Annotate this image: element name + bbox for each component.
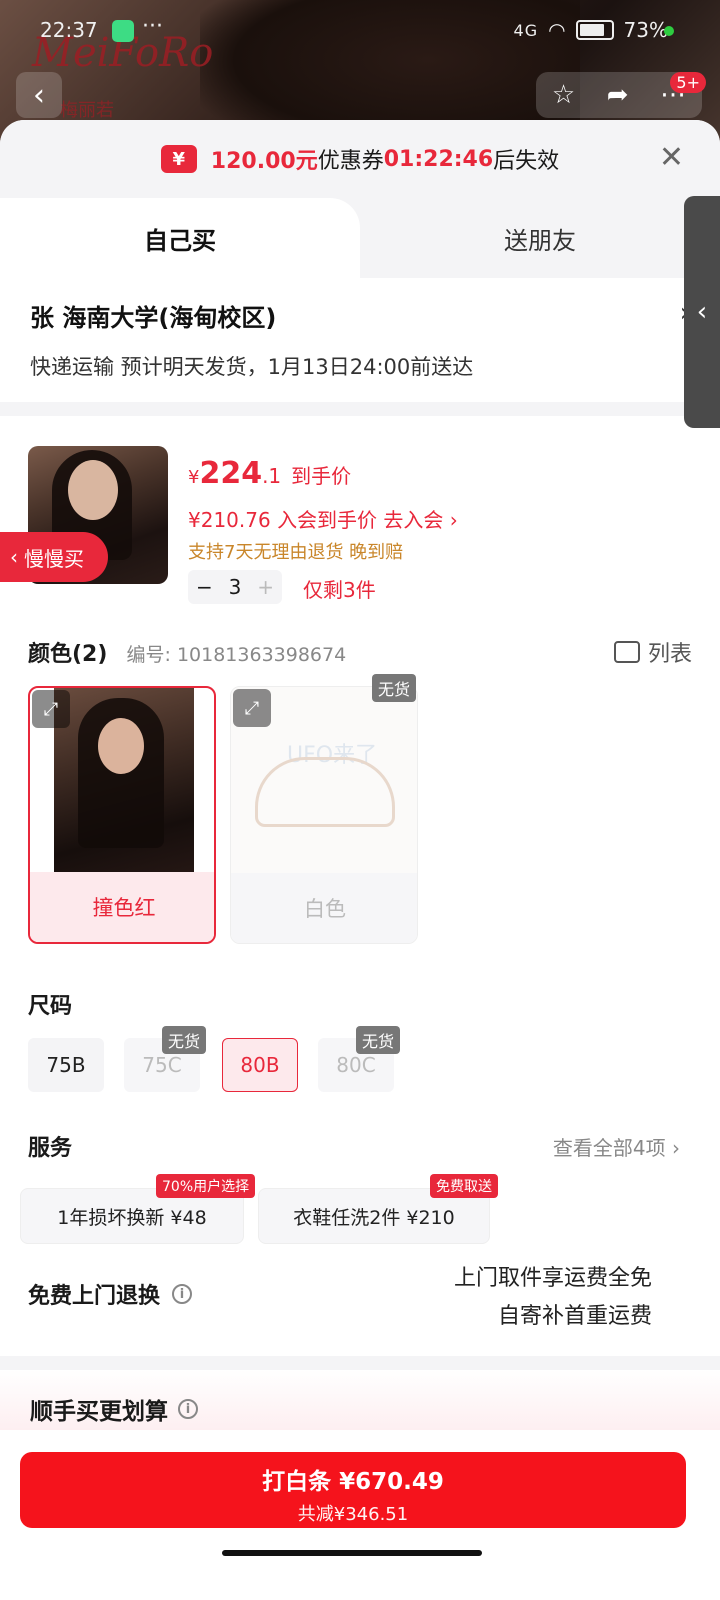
- favorite-star-icon[interactable]: ☆: [552, 80, 575, 110]
- coupon-icon: ¥: [160, 145, 197, 173]
- color-option-label: 白色: [231, 873, 417, 943]
- coupon-countdown: 01:22:46: [383, 146, 494, 172]
- chevron-left-icon: ‹: [10, 545, 18, 569]
- slow-buy-button[interactable]: ‹ 慢慢买: [0, 532, 108, 582]
- qty-value[interactable]: 3: [229, 575, 242, 599]
- color-section-header: 颜色(2) 编号: 10181363398674 列表: [28, 636, 692, 668]
- qty-plus-button[interactable]: +: [257, 575, 274, 599]
- free-return-description: 上门取件享运费全免 自寄补首重运费: [453, 1266, 652, 1329]
- privacy-indicator-icon: [664, 26, 674, 36]
- product-summary: ¥224.1 到手价 ¥210.76 入会到手价 去入会 › 支持7天无理由退货 …: [28, 446, 688, 604]
- product-code: 编号: 10181363398674: [126, 644, 347, 666]
- soldout-badge: 无货: [162, 1026, 207, 1054]
- stock-remaining: 仅剩3件: [303, 578, 376, 602]
- section-divider: [0, 1356, 720, 1370]
- expand-icon[interactable]: ⤢: [32, 690, 70, 728]
- tab-send-to-friend[interactable]: 送朋友: [360, 198, 720, 278]
- color-title: 颜色(2): [28, 642, 108, 667]
- qty-minus-button[interactable]: −: [196, 575, 213, 599]
- member-price-link[interactable]: ¥210.76 入会到手价 去入会 ›: [188, 504, 458, 533]
- buy-button-savings: 共减¥346.51: [297, 1504, 409, 1525]
- more-notifications-icon: ···: [142, 14, 163, 39]
- service-tag: 70%用户选择: [156, 1174, 256, 1198]
- side-drawer-handle[interactable]: ‹: [684, 196, 720, 428]
- color-option-white[interactable]: UFO来了 ⤢ 白色: [230, 686, 418, 944]
- android-icon: [112, 20, 134, 42]
- color-option-red[interactable]: ⤢ 撞色红: [28, 686, 216, 944]
- purchase-sheet: ¥ 120.00元 优惠券 01:22:46 后失效 ✕ 自己买 送朋友 张 海…: [0, 120, 720, 1600]
- close-icon[interactable]: ✕: [659, 140, 684, 175]
- service-tag: 免费取送: [430, 1174, 498, 1198]
- shipping-address[interactable]: 张 海南大学(海甸校区) › 快递运输 预计明天发货，1月13日24:00前送达: [30, 298, 690, 381]
- info-icon[interactable]: i: [178, 1399, 198, 1419]
- slow-buy-label: 慢慢买: [24, 546, 84, 571]
- status-time: 22:37: [40, 18, 98, 42]
- size-title: 尺码: [28, 994, 73, 1019]
- coupon-amount: 120.00元: [210, 149, 318, 174]
- final-price-label: 到手价: [291, 464, 352, 488]
- bottom-action-bar: 打白条 ¥670.49 共减¥346.51: [0, 1430, 720, 1600]
- quantity-stepper: − 3 +: [188, 570, 282, 604]
- battery-icon: [575, 20, 614, 40]
- free-return-title: 免费上门退换 i: [28, 1278, 193, 1310]
- return-policy: 支持7天无理由退货 晚到赔: [188, 542, 404, 563]
- buy-button-label: 打白条 ¥670.49: [262, 1469, 444, 1495]
- back-button[interactable]: ‹: [16, 72, 62, 118]
- color-option-image: [54, 688, 194, 874]
- status-bar: 22:37 ··· 4G ◠ 73%: [0, 0, 720, 64]
- buy-mode-tabs: 自己买 送朋友: [0, 198, 720, 278]
- soldout-badge: 无货: [356, 1026, 401, 1054]
- soldout-badge: 无货: [372, 674, 417, 702]
- delivery-estimate: 快递运输 预计明天发货，1月13日24:00前送达: [30, 355, 474, 379]
- info-icon[interactable]: i: [172, 1284, 193, 1304]
- address-recipient: 张 海南大学(海甸校区): [30, 304, 277, 332]
- status-indicators: 4G ◠ 73%: [514, 18, 668, 42]
- home-indicator[interactable]: [222, 1550, 482, 1556]
- color-option-label: 撞色红: [30, 872, 214, 942]
- wifi-icon: ◠: [548, 18, 566, 42]
- final-price: ¥224.1 到手价: [188, 456, 352, 491]
- coupon-expiry-suffix: 后失效: [493, 149, 560, 174]
- list-view-toggle[interactable]: 列表: [613, 636, 692, 668]
- pay-with-baitiao-button[interactable]: 打白条 ¥670.49 共减¥346.51: [20, 1452, 686, 1528]
- bundle-title: 顺手买更划算 i: [30, 1392, 198, 1426]
- expand-icon[interactable]: ⤢: [233, 689, 271, 727]
- signal-icon: 4G: [513, 20, 539, 40]
- size-option-75b[interactable]: 75B: [28, 1038, 104, 1092]
- battery-level: 73%: [623, 18, 668, 42]
- view-all-services-link[interactable]: 查看全部4项 ›: [553, 1132, 680, 1161]
- size-option-80b[interactable]: 80B: [222, 1038, 298, 1092]
- chevron-left-icon: ‹: [696, 297, 708, 327]
- brand-logo-sub: 梅丽若: [60, 100, 114, 121]
- list-icon: [613, 641, 640, 663]
- message-count-badge: 5+: [670, 72, 706, 93]
- coupon-label: 优惠券: [317, 149, 384, 174]
- coupon-banner: ¥ 120.00元 优惠券 01:22:46 后失效 ✕: [0, 120, 720, 198]
- share-icon[interactable]: ➦: [607, 80, 629, 110]
- tab-buy-for-self[interactable]: 自己买: [0, 198, 360, 278]
- service-title: 服务: [28, 1136, 73, 1161]
- section-divider: [0, 402, 720, 416]
